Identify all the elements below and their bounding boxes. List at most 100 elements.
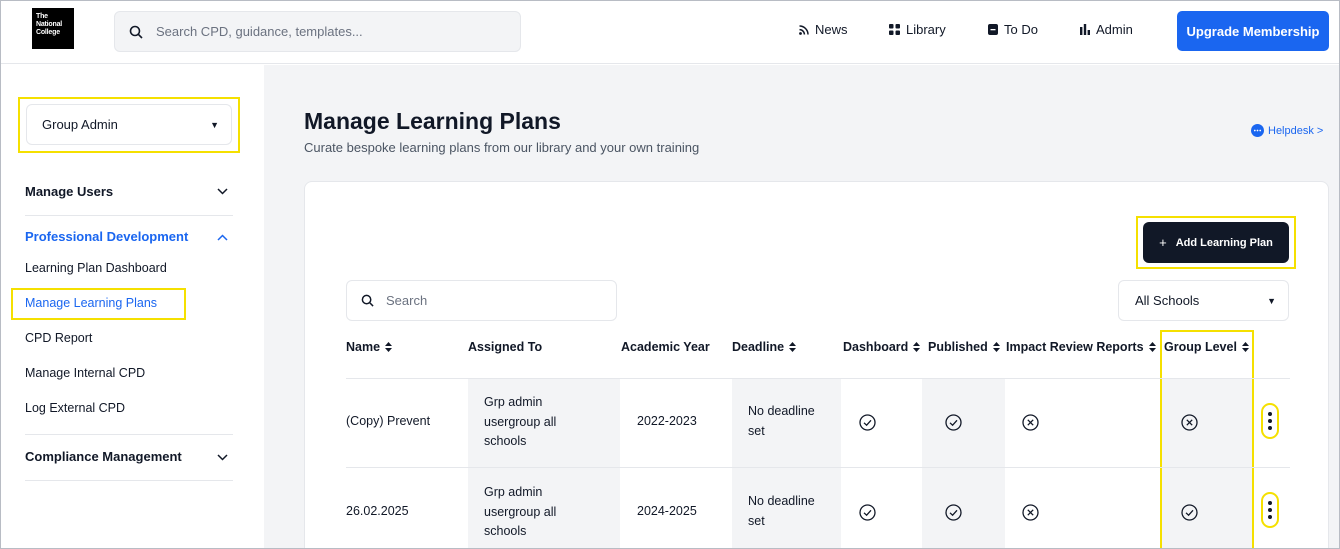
- sidebar-item-manage-learning-plans[interactable]: Manage Learning Plans: [25, 296, 157, 310]
- check-circle-icon: [859, 414, 876, 431]
- column-header-academic-year: Academic Year: [621, 340, 710, 354]
- logo-line: National: [36, 21, 63, 28]
- sidebar-item-log-external-cpd[interactable]: Log External CPD: [25, 401, 125, 415]
- header-label: Deadline: [732, 340, 785, 354]
- header-label: Published: [928, 340, 988, 354]
- helpdesk-label: Helpdesk >: [1268, 124, 1324, 137]
- check-circle-icon: [945, 414, 962, 431]
- nav-news-label: News: [815, 22, 848, 37]
- sidebar-section-professional-development[interactable]: Professional Development: [25, 229, 188, 244]
- cell-line: usergroup all: [484, 504, 557, 519]
- nav-library[interactable]: Library: [889, 22, 946, 37]
- global-search[interactable]: [114, 11, 521, 52]
- upgrade-membership-button[interactable]: Upgrade Membership: [1177, 11, 1329, 51]
- learning-plans-card: + Add Learning Plan All Schools ▼ Name A…: [304, 181, 1329, 548]
- row-actions-menu-icon[interactable]: [1261, 492, 1279, 528]
- check-circle-icon: [945, 504, 962, 521]
- schools-filter-value: All Schools: [1135, 293, 1200, 308]
- sidebar-item-learning-plan-dashboard[interactable]: Learning Plan Dashboard: [25, 261, 167, 275]
- highlight-box: [1160, 330, 1254, 548]
- sidebar-section-compliance-management[interactable]: Compliance Management: [25, 449, 182, 464]
- chevron-down-icon[interactable]: [217, 188, 228, 195]
- column-header-impact-review-reports[interactable]: Impact Review Reports: [1006, 340, 1156, 354]
- chevron-down-icon[interactable]: [217, 454, 228, 461]
- header-label: Assigned To: [468, 340, 543, 354]
- header-label: Dashboard: [843, 340, 909, 354]
- row-actions-menu-icon[interactable]: [1261, 403, 1279, 439]
- logo[interactable]: The National College: [32, 8, 74, 49]
- search-icon: [361, 294, 374, 307]
- rss-icon: [799, 24, 809, 35]
- sort-icon: [1148, 342, 1156, 352]
- sort-icon: [913, 342, 921, 352]
- cell-line: schools: [484, 434, 527, 448]
- sort-icon: [789, 342, 797, 352]
- logo-line: The: [36, 13, 48, 20]
- nav-library-label: Library: [906, 22, 946, 37]
- sidebar-item-cpd-report[interactable]: CPD Report: [25, 331, 92, 345]
- cell-line: set: [748, 513, 765, 528]
- divider: [25, 215, 233, 216]
- top-bar: The National College News Library To Do …: [1, 1, 1339, 64]
- cell-line: Grp admin: [484, 485, 543, 499]
- header-label: Name: [346, 340, 381, 354]
- page-title: Manage Learning Plans: [304, 108, 561, 134]
- cell-line: No deadline: [748, 494, 815, 508]
- todo-icon: [988, 24, 998, 35]
- cross-circle-icon: [1022, 414, 1039, 431]
- group-select[interactable]: Group Admin ▼: [26, 104, 232, 145]
- cell-name[interactable]: 26.02.2025: [346, 502, 409, 522]
- group-select-value: Group Admin: [42, 117, 118, 132]
- sidebar: Group Admin ▼ Manage Users Professional …: [1, 65, 264, 548]
- logo-line: College: [36, 29, 60, 36]
- main-content: Manage Learning Plans Curate bespoke lea…: [264, 65, 1339, 548]
- caret-down-icon: ▼: [1267, 296, 1276, 306]
- column-header-deadline[interactable]: Deadline: [732, 340, 797, 354]
- cell-line: Grp admin: [484, 395, 543, 409]
- cell-deadline: No deadline set: [748, 402, 815, 441]
- cell-assigned-to: Grp admin usergroup all schools: [484, 483, 556, 542]
- check-circle-icon: [859, 504, 876, 521]
- column-header-dashboard[interactable]: Dashboard: [843, 340, 921, 354]
- cell-academic-year: 2024-2025: [637, 504, 697, 518]
- nav-news[interactable]: News: [799, 22, 848, 37]
- sort-icon: [385, 342, 393, 352]
- header-label: Impact Review Reports: [1006, 340, 1144, 354]
- nav-admin[interactable]: Admin: [1080, 22, 1133, 37]
- cell-deadline: No deadline set: [748, 492, 815, 531]
- sort-icon: [992, 342, 1000, 352]
- global-search-input[interactable]: [156, 24, 496, 39]
- column-header-name[interactable]: Name: [346, 340, 393, 354]
- cell-name[interactable]: (Copy) Prevent: [346, 412, 430, 432]
- cell-line: usergroup all: [484, 414, 557, 429]
- page-subtitle: Curate bespoke learning plans from our l…: [304, 140, 700, 155]
- nav-todo-label: To Do: [1004, 22, 1038, 37]
- grid-icon: [889, 24, 900, 35]
- sidebar-section-manage-users[interactable]: Manage Users: [25, 184, 113, 199]
- column-background: [922, 378, 1005, 548]
- row-divider: [346, 467, 1290, 468]
- table-search-input[interactable]: [386, 293, 586, 308]
- nav-todo[interactable]: To Do: [988, 22, 1038, 37]
- chat-bubble-icon: [1251, 124, 1264, 137]
- add-learning-plan-button[interactable]: + Add Learning Plan: [1143, 222, 1289, 263]
- sidebar-item-manage-internal-cpd[interactable]: Manage Internal CPD: [25, 366, 145, 380]
- column-header-published[interactable]: Published: [928, 340, 1000, 354]
- schools-filter-select[interactable]: All Schools ▼: [1118, 280, 1289, 321]
- helpdesk-link[interactable]: Helpdesk >: [1251, 124, 1323, 137]
- chevron-up-icon[interactable]: [217, 234, 228, 241]
- table-search[interactable]: [346, 280, 617, 321]
- cell-line: set: [748, 423, 765, 438]
- cross-circle-icon: [1181, 414, 1198, 431]
- caret-down-icon: ▼: [210, 120, 219, 130]
- plus-icon: +: [1159, 235, 1167, 250]
- bar-chart-icon: [1080, 24, 1090, 35]
- cell-line: schools: [484, 524, 527, 538]
- search-icon: [129, 25, 143, 39]
- add-learning-plan-label: Add Learning Plan: [1175, 236, 1273, 249]
- cross-circle-icon: [1022, 504, 1039, 521]
- cell-academic-year: 2022-2023: [637, 414, 697, 428]
- divider: [25, 434, 233, 435]
- header-label: Academic Year: [621, 340, 710, 354]
- check-circle-icon: [1181, 504, 1198, 521]
